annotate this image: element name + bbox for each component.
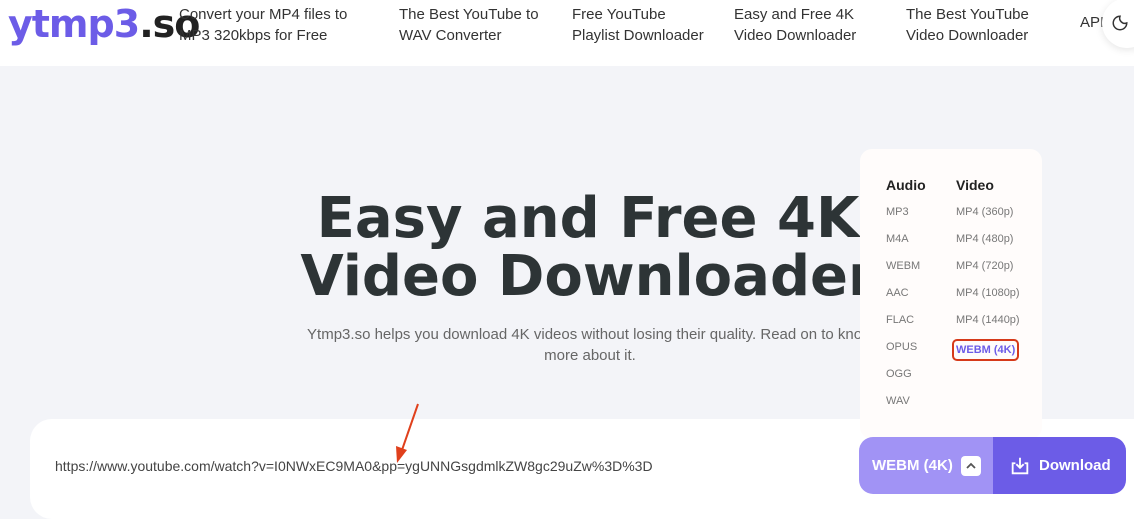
annotation-arrow (396, 403, 419, 463)
